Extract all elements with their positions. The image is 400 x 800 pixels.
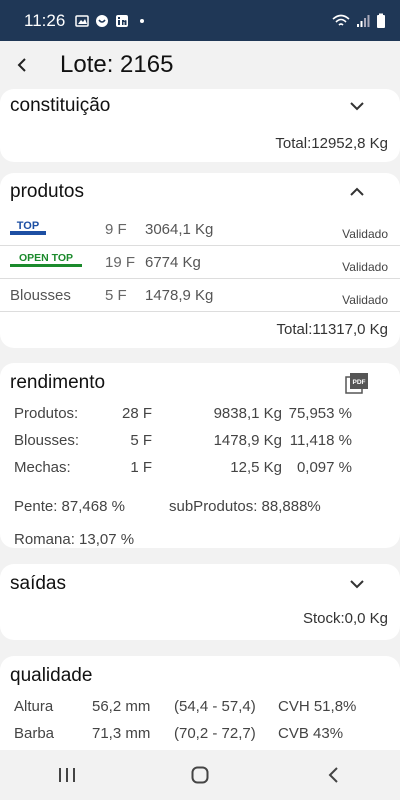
top-logo: TOP	[10, 218, 100, 240]
content-scroll[interactable]: constituição Total:12952,8 Kg produtos T…	[0, 89, 400, 750]
home-icon	[191, 766, 209, 784]
card-rendimento: rendimento PDF Produtos: 28 F 9838,1 Kg …	[0, 363, 400, 548]
rendimento-pct: 11,418 %	[289, 432, 352, 449]
qualidade-value: 56,2 mm	[92, 698, 151, 715]
product-status: Validado	[342, 293, 388, 307]
saidas-stock: Stock:0,0 Kg	[302, 610, 388, 627]
saidas-header[interactable]: saídas	[0, 567, 400, 601]
constituicao-total: Total:12952,8 Kg	[275, 135, 388, 152]
top-logo-text: TOP	[17, 220, 39, 232]
product-row-open-top[interactable]: OPEN TOP 19 F 6774 Kg Validado	[0, 246, 400, 279]
product-f: 9 F	[105, 220, 127, 238]
home-button[interactable]	[170, 755, 230, 795]
battery-icon	[377, 13, 385, 28]
romana-value: Romana: 13,07 %	[14, 530, 135, 548]
chevron-up-icon	[350, 187, 364, 196]
back-arrow-icon	[17, 58, 26, 72]
qualidade-value: 71,3 mm	[92, 725, 151, 742]
qualidade-label: Barba	[14, 725, 55, 742]
rendimento-kg: 12,5 Kg	[230, 459, 282, 476]
pdf-icon: PDF	[345, 373, 368, 394]
qualidade-cv: CVB 43%	[278, 725, 344, 742]
chevron-down-icon	[350, 580, 364, 589]
top-brand-icon: TOP	[10, 220, 46, 235]
qualidade-row: Altura 56,2 mm (54,4 - 57,4) CVH 51,8%	[0, 693, 400, 720]
rendimento-label: Produtos:	[14, 405, 79, 422]
system-back-button[interactable]	[303, 755, 363, 795]
rendimento-header: rendimento PDF	[0, 366, 400, 400]
saidas-title: saídas	[10, 573, 66, 594]
pente-value: Pente: 87,468 %	[14, 497, 125, 515]
signal-icon	[357, 14, 370, 27]
back-icon	[328, 767, 339, 783]
product-f: 5 F	[105, 286, 127, 304]
card-constituicao: constituição Total:12952,8 Kg	[0, 89, 400, 162]
open-top-brand-icon: OPEN TOP	[10, 252, 82, 267]
card-qualidade: qualidade Altura 56,2 mm (54,4 - 57,4) C…	[0, 656, 400, 750]
dot-icon	[140, 18, 145, 23]
produtos-total: Total:11317,0 Kg	[276, 321, 388, 338]
gallery-icon	[75, 14, 90, 27]
rendimento-row: Blousses: 5 F 1478,9 Kg 11,418 %	[0, 427, 400, 454]
app-notification-icon	[96, 14, 109, 27]
product-kg: 3064,1 Kg	[145, 220, 214, 238]
product-status: Validado	[342, 227, 388, 241]
qualidade-range: (54,4 - 57,4)	[174, 698, 256, 715]
card-produtos: produtos TOP 9 F 3064,1 Kg Validado OPEN…	[0, 173, 400, 348]
card-saidas: saídas Stock:0,0 Kg	[0, 564, 400, 640]
wifi-icon	[332, 14, 350, 26]
qualidade-header: qualidade	[0, 659, 400, 693]
chevron-down-icon	[350, 102, 364, 111]
pdf-button[interactable]: PDF	[342, 368, 372, 398]
rendimento-row: Mechas: 1 F 12,5 Kg 0,097 %	[0, 454, 400, 481]
pdf-icon-label: PDF	[353, 379, 366, 386]
linkedin-icon	[116, 14, 129, 27]
rendimento-kg: 1478,9 Kg	[213, 432, 282, 449]
rendimento-f: 28 F	[121, 405, 152, 422]
rendimento-label: Blousses:	[14, 432, 80, 449]
produtos-header[interactable]: produtos	[0, 175, 400, 209]
rendimento-f: 5 F	[130, 432, 152, 449]
qualidade-label: Altura	[14, 698, 54, 715]
constituicao-title: constituição	[10, 95, 111, 116]
recent-apps-button[interactable]	[37, 755, 97, 795]
open-top-logo: OPEN TOP	[10, 251, 100, 273]
status-time: 11:26	[24, 10, 66, 30]
back-button[interactable]	[0, 43, 44, 87]
product-row-top[interactable]: TOP 9 F 3064,1 Kg Validado	[0, 213, 400, 246]
status-bar: 11:26	[0, 0, 400, 41]
qualidade-range: (70,2 - 72,7)	[174, 725, 256, 742]
subprodutos-value: subProdutos: 88,888%	[169, 497, 321, 515]
rendimento-label: Mechas:	[14, 459, 71, 476]
rendimento-pct: 75,953 %	[288, 405, 352, 422]
rendimento-pct: 0,097 %	[296, 459, 352, 476]
page-title: Lote: 2165	[60, 51, 174, 78]
rendimento-f: 1 F	[130, 459, 152, 476]
qualidade-row: Barba 71,3 mm (70,2 - 72,7) CVB 43%	[0, 720, 400, 747]
collapse-produtos-button[interactable]	[342, 177, 372, 207]
open-top-logo-text: OPEN TOP	[19, 252, 73, 264]
expand-constituicao-button[interactable]	[342, 91, 372, 121]
rendimento-row: Produtos: 28 F 9838,1 Kg 75,953 %	[0, 400, 400, 427]
top-bar: Lote: 2165	[0, 41, 400, 89]
product-kg: 1478,9 Kg	[145, 286, 214, 304]
rendimento-title: rendimento	[10, 372, 106, 393]
rendimento-kg: 9838,1 Kg	[213, 405, 282, 422]
qualidade-cv: CVH 51,8%	[278, 698, 357, 715]
produtos-title: produtos	[10, 181, 84, 202]
product-row-blousses[interactable]: Blousses 5 F 1478,9 Kg Validado	[0, 279, 400, 312]
navigation-bar	[0, 750, 400, 800]
product-f: 19 F	[105, 253, 136, 271]
recent-apps-icon	[58, 768, 75, 782]
constituicao-header[interactable]: constituição	[0, 89, 400, 123]
product-status: Validado	[342, 260, 388, 274]
expand-saidas-button[interactable]	[342, 569, 372, 599]
product-name: Blousses	[10, 286, 71, 304]
qualidade-title: qualidade	[10, 665, 93, 686]
product-kg: 6774 Kg	[145, 253, 201, 271]
